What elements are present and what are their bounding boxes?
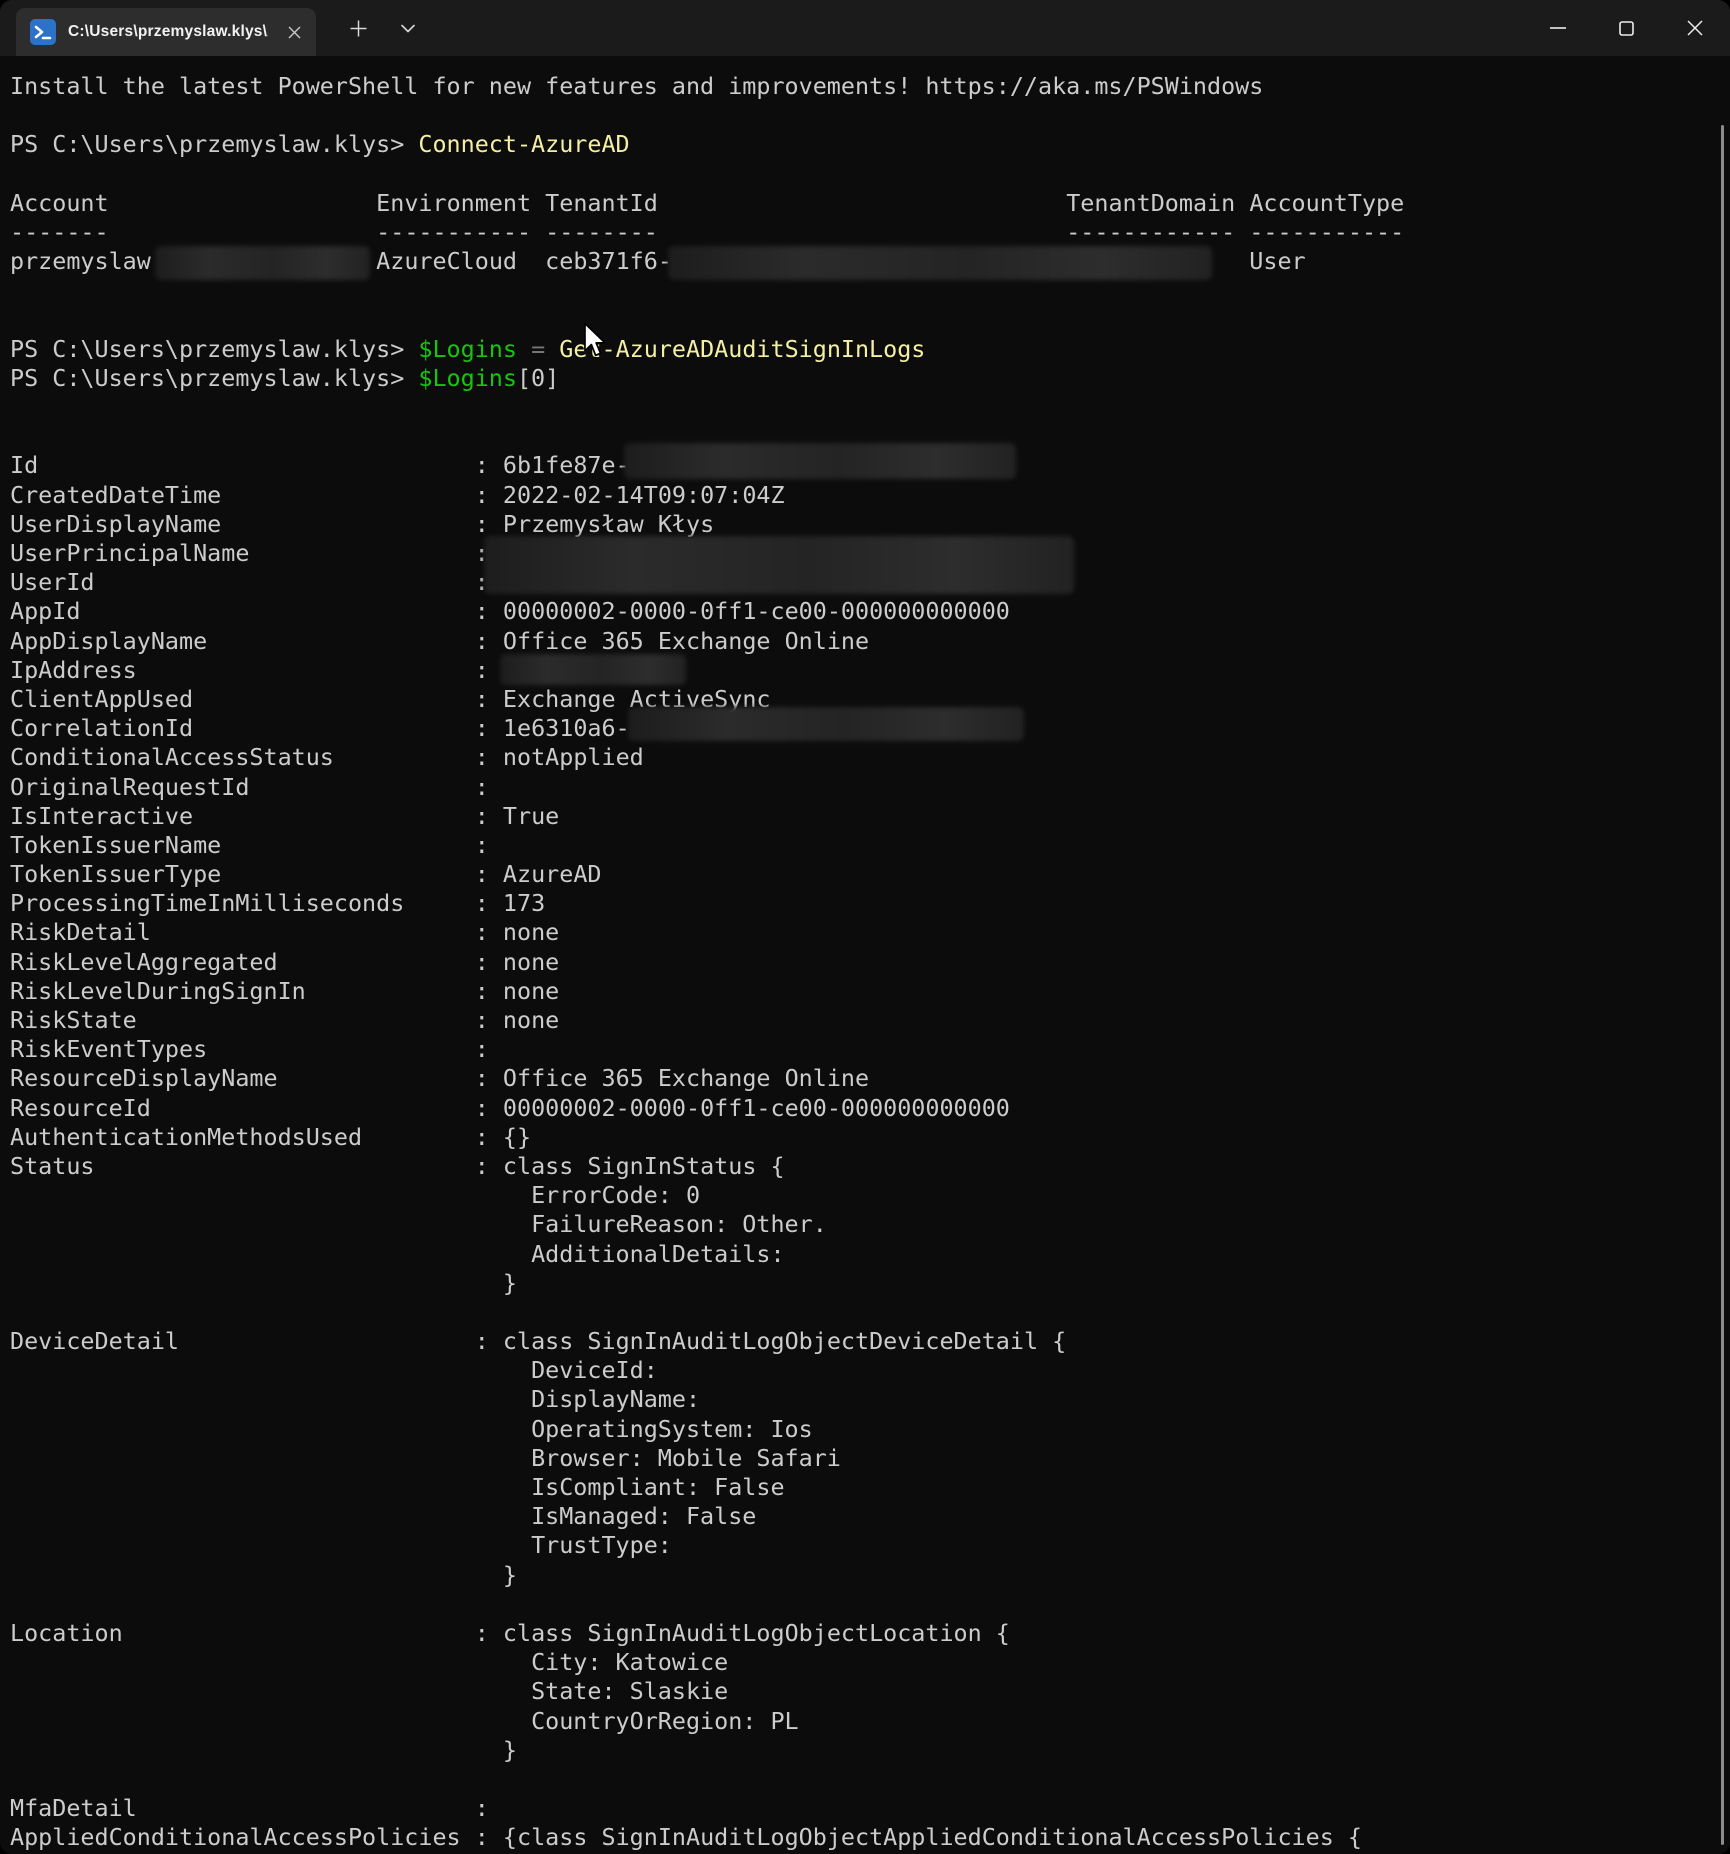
terminal-line: ConditionalAccessStatus : notApplied xyxy=(10,743,1730,772)
terminal-line xyxy=(10,393,1730,422)
terminal-line: MfaDetail : xyxy=(10,1794,1730,1823)
terminal-line xyxy=(10,160,1730,189)
redacted-value xyxy=(155,246,370,280)
chevron-down-icon xyxy=(401,24,415,33)
terminal-line: AdditionalDetails: xyxy=(10,1240,1730,1269)
tab-close-button[interactable] xyxy=(282,20,306,44)
terminal-line: AppliedConditionalAccessPolicies : {clas… xyxy=(10,1823,1730,1852)
terminal-line: CountryOrRegion: PL xyxy=(10,1707,1730,1736)
terminal-line: ResourceDisplayName : Office 365 Exchang… xyxy=(10,1064,1730,1093)
terminal-line: PS C:\Users\przemyslaw.klys> $Logins[0] xyxy=(10,364,1730,393)
terminal-line: Browser: Mobile Safari xyxy=(10,1444,1730,1473)
close-icon xyxy=(288,26,301,39)
terminal-line: UserDisplayName : Przemysław Kłys xyxy=(10,510,1730,539)
terminal-line: RiskEventTypes : xyxy=(10,1035,1730,1064)
terminal-line: TokenIssuerType : AzureAD xyxy=(10,860,1730,889)
terminal-line: RiskDetail : none xyxy=(10,918,1730,947)
terminal-line: TokenIssuerName : xyxy=(10,831,1730,860)
terminal-line: TrustType: xyxy=(10,1531,1730,1560)
terminal-line: CreatedDateTime : 2022-02-14T09:07:04Z xyxy=(10,481,1730,510)
plus-icon xyxy=(350,20,367,37)
tab-powershell[interactable]: C:\Users\przemyslaw.klys\App xyxy=(16,8,316,56)
terminal-line: State: Slaskie xyxy=(10,1677,1730,1706)
terminal-line: Account Environment TenantId TenantDomai… xyxy=(10,189,1730,218)
terminal-line: RiskLevelAggregated : none xyxy=(10,948,1730,977)
terminal-line: } xyxy=(10,1561,1730,1590)
terminal-lines: Install the latest PowerShell for new fe… xyxy=(10,72,1730,1852)
terminal-line: PS C:\Users\przemyslaw.klys> $Logins = G… xyxy=(10,335,1730,364)
redacted-value xyxy=(624,443,1016,479)
scrollbar-thumb[interactable] xyxy=(1721,125,1724,1845)
maximize-button[interactable] xyxy=(1595,0,1657,56)
terminal-line: ------- ----------- -------- -----------… xyxy=(10,218,1730,247)
tab-dropdown-button[interactable] xyxy=(390,10,426,46)
close-window-button[interactable] xyxy=(1664,0,1726,56)
terminal-line: DisplayName: xyxy=(10,1385,1730,1414)
terminal-line: Status : class SignInStatus { xyxy=(10,1152,1730,1181)
terminal-window: C:\Users\przemyslaw.klys\App xyxy=(0,0,1730,1854)
terminal-line xyxy=(10,101,1730,130)
redacted-value xyxy=(668,246,1212,280)
terminal-line: OperatingSystem: Ios xyxy=(10,1415,1730,1444)
terminal-line: IsManaged: False xyxy=(10,1502,1730,1531)
terminal-line xyxy=(10,1590,1730,1619)
close-icon xyxy=(1687,20,1703,36)
minimize-button[interactable] xyxy=(1527,0,1589,56)
terminal-line: IsCompliant: False xyxy=(10,1473,1730,1502)
terminal-line: DeviceId: xyxy=(10,1356,1730,1385)
redacted-value xyxy=(484,536,1074,594)
tab-title: C:\Users\przemyslaw.klys\App xyxy=(68,23,268,41)
redacted-value xyxy=(500,654,686,685)
terminal-line: AppDisplayName : Office 365 Exchange Onl… xyxy=(10,627,1730,656)
terminal-line: OriginalRequestId : xyxy=(10,773,1730,802)
terminal-content[interactable]: Install the latest PowerShell for new fe… xyxy=(0,56,1730,1854)
new-tab-button[interactable] xyxy=(340,10,376,46)
terminal-line: RiskState : none xyxy=(10,1006,1730,1035)
terminal-line: } xyxy=(10,1269,1730,1298)
terminal-line: City: Katowice xyxy=(10,1648,1730,1677)
terminal-line xyxy=(10,1765,1730,1794)
titlebar-drag-region[interactable]: C:\Users\przemyslaw.klys\App xyxy=(0,0,1730,56)
terminal-line: AppId : 00000002-0000-0ff1-ce00-00000000… xyxy=(10,597,1730,626)
terminal-line: ErrorCode: 0 xyxy=(10,1181,1730,1210)
terminal-line xyxy=(10,306,1730,335)
terminal-line: FailureReason: Other. xyxy=(10,1210,1730,1239)
minimize-icon xyxy=(1550,27,1566,29)
terminal-line xyxy=(10,276,1730,305)
terminal-line: ResourceId : 00000002-0000-0ff1-ce00-000… xyxy=(10,1094,1730,1123)
redacted-value xyxy=(628,707,1024,741)
terminal-line: IpAddress : xyxy=(10,656,1730,685)
terminal-line: } xyxy=(10,1736,1730,1765)
maximize-icon xyxy=(1619,21,1634,36)
terminal-line: Install the latest PowerShell for new fe… xyxy=(10,72,1730,101)
terminal-line: DeviceDetail : class SignInAuditLogObjec… xyxy=(10,1327,1730,1356)
terminal-line: AuthenticationMethodsUsed : {} xyxy=(10,1123,1730,1152)
terminal-line: Location : class SignInAuditLogObjectLoc… xyxy=(10,1619,1730,1648)
terminal-line: RiskLevelDuringSignIn : none xyxy=(10,977,1730,1006)
powershell-icon xyxy=(30,19,56,45)
terminal-line: ProcessingTimeInMilliseconds : 173 xyxy=(10,889,1730,918)
terminal-line xyxy=(10,1298,1730,1327)
terminal-line: IsInteractive : True xyxy=(10,802,1730,831)
terminal-line: PS C:\Users\przemyslaw.klys> Connect-Azu… xyxy=(10,130,1730,159)
